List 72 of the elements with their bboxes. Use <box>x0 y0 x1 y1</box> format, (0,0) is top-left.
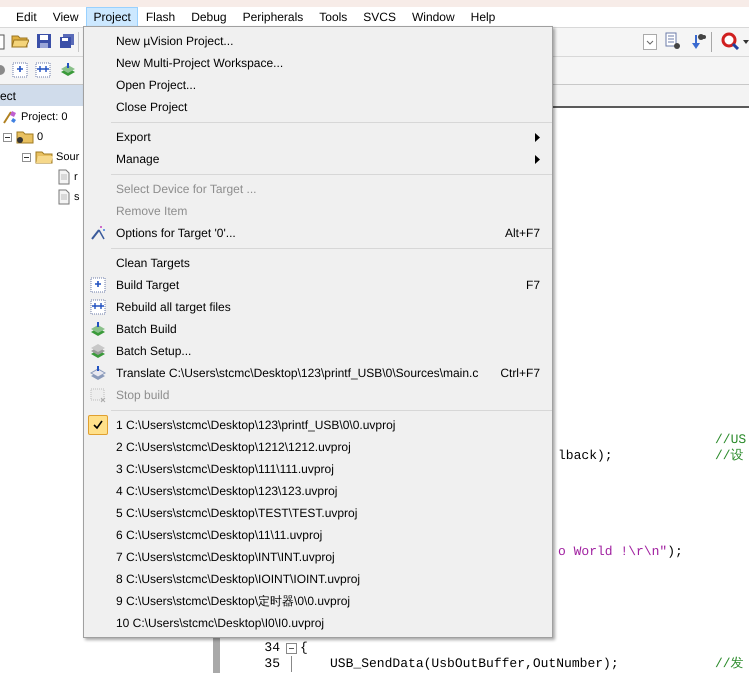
dropdown-icon[interactable] <box>643 34 657 50</box>
project-icon <box>2 109 18 125</box>
stack-icon[interactable] <box>60 62 76 78</box>
menu-bar-item[interactable]: Edit <box>8 7 45 27</box>
open-folder-icon[interactable] <box>11 33 29 49</box>
menu-item[interactable]: 7 C:\Users\stcmc\Desktop\INT\INT.uvproj <box>111 546 540 568</box>
folder-icon <box>35 150 53 164</box>
menu-item[interactable]: Options for Target '0'... Alt+F7 <box>111 222 540 244</box>
menu-bar-item[interactable]: Peripherals <box>234 7 312 27</box>
save-icon[interactable] <box>36 33 52 49</box>
collapse-toggle-icon[interactable] <box>3 132 12 142</box>
menu-item[interactable]: 9 C:\Users\stcmc\Desktop\定时器\0\0.uvproj <box>111 590 540 612</box>
tree-item[interactable]: Sour <box>56 148 80 166</box>
find-in-files-icon[interactable] <box>665 32 681 50</box>
caret-icon[interactable] <box>743 40 749 44</box>
collapse-toggle-icon[interactable] <box>22 152 31 162</box>
file-icon <box>57 169 71 185</box>
menu-item[interactable]: 10 C:\Users\stcmc\Desktop\I0\I0.uvproj <box>111 612 540 634</box>
line-number: 34 <box>263 640 281 656</box>
stop-build-icon <box>90 387 106 403</box>
menu-item[interactable]: 1 C:\Users\stcmc\Desktop\123\printf_USB\0\0.uvproj <box>111 414 540 436</box>
menu-item[interactable]: 6 C:\Users\stcmc\Desktop\11\11.uvproj <box>111 524 540 546</box>
menu-item[interactable]: 8 C:\Users\stcmc\Desktop\IOINT\IOINT.uvproj <box>111 568 540 590</box>
menu-bar-item[interactable]: Window <box>404 7 463 27</box>
menu-item[interactable]: New Multi-Project Workspace... <box>111 52 540 74</box>
fold-toggle-icon[interactable] <box>286 642 297 654</box>
submenu-arrow-icon <box>535 132 540 142</box>
line-number: 35 <box>263 656 281 672</box>
menu-item[interactable]: Manage <box>111 148 540 170</box>
menu-bar-item[interactable]: Tools <box>311 7 356 27</box>
rebuild-icon <box>90 299 106 315</box>
code-line: USB_SendData(UsbOutBuffer,OutNumber); <box>330 655 619 673</box>
tree-item[interactable]: r <box>74 168 78 186</box>
folder-icon <box>16 130 34 144</box>
code-comment: //US <box>715 432 746 448</box>
menu-item[interactable]: Batch Setup... <box>111 340 540 362</box>
menu-item[interactable]: 4 C:\Users\stcmc\Desktop\123\123.uvproj <box>111 480 540 502</box>
menu-item[interactable]: Translate C:\Users\stcmc\Desktop\123\printf_USB\0\Sources\main.c Ctrl+F7 <box>111 362 540 384</box>
menu-item[interactable]: Batch Build <box>111 318 540 340</box>
menu-bar-item[interactable]: Project <box>86 7 138 27</box>
rebuild-icon[interactable] <box>35 62 51 78</box>
code-comment: //设 <box>715 448 744 464</box>
document-icon[interactable] <box>0 34 5 50</box>
menu-item[interactable]: Build Target F7 <box>111 274 540 296</box>
menu-item[interactable]: 2 C:\Users\stcmc\Desktop\1212\1212.uvproj <box>111 436 540 458</box>
code-line: o World !\r\n"); <box>558 543 683 562</box>
save-all-icon[interactable] <box>59 33 75 49</box>
submenu-arrow-icon <box>535 154 540 164</box>
menu-item[interactable]: 5 C:\Users\stcmc\Desktop\TEST\TEST.uvproj <box>111 502 540 524</box>
tree-item[interactable]: 0 <box>37 128 44 146</box>
menu-bar-item[interactable]: Help <box>462 7 504 27</box>
wand-icon <box>90 225 106 241</box>
code-comment: //发 <box>715 656 744 672</box>
stack-icon <box>90 343 106 359</box>
code-line: lback); <box>558 447 613 466</box>
stack-icon <box>90 321 106 337</box>
menu-bar-item[interactable]: Flash <box>138 7 184 27</box>
menu-bar-item[interactable]: SVCS <box>355 7 404 27</box>
stack-icon <box>90 365 106 381</box>
menu-item[interactable]: 3 C:\Users\stcmc\Desktop\111\111.uvproj <box>111 458 540 480</box>
build-icon[interactable] <box>12 62 28 78</box>
code-line: { <box>300 639 308 658</box>
tree-item[interactable]: Project: 0 <box>21 108 68 126</box>
build-icon <box>90 277 106 293</box>
menu-bar-item[interactable]: Debug <box>183 7 235 27</box>
menu-bar-item[interactable]: View <box>44 7 86 27</box>
menu-item[interactable]: Rebuild all target files <box>111 296 540 318</box>
file-icon <box>57 189 71 205</box>
menu-item[interactable]: Clean Targets <box>111 252 540 274</box>
menu-item[interactable]: Export <box>111 126 540 148</box>
tree-item[interactable]: s <box>74 188 80 206</box>
magnifier-icon[interactable] <box>721 32 739 50</box>
